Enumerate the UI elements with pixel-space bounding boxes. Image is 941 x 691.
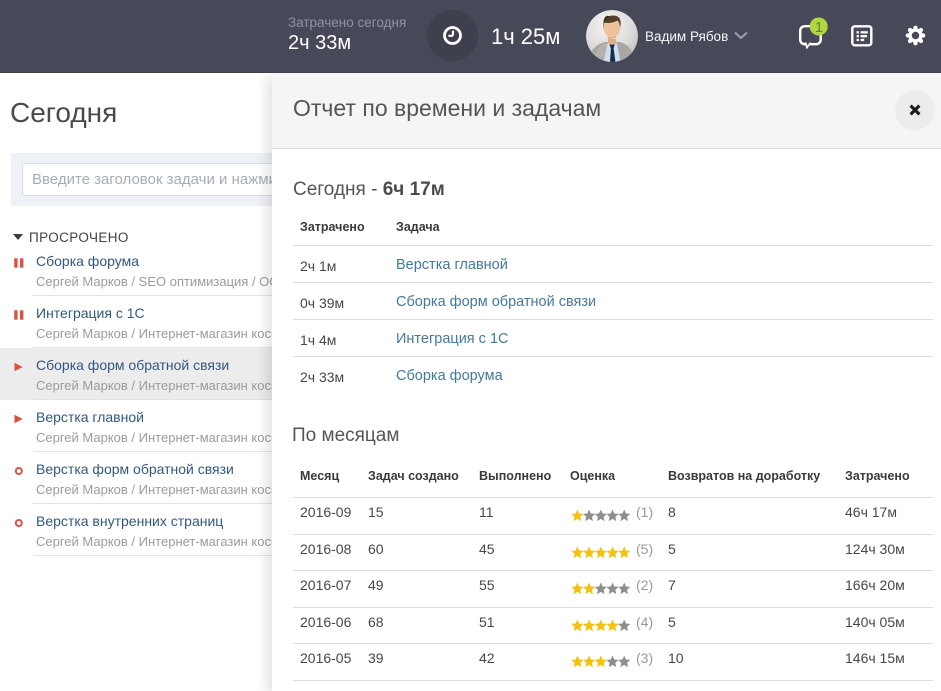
- svg-text:1: 1: [815, 19, 823, 36]
